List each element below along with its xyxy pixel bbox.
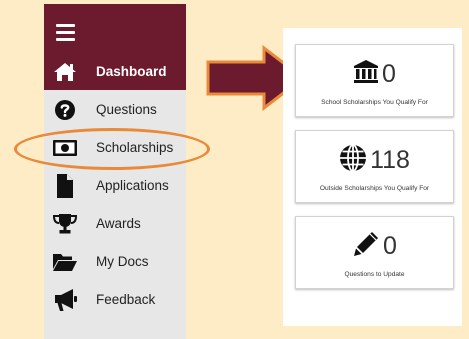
bullhorn-icon [52, 288, 78, 312]
globe-icon [339, 143, 367, 177]
pencil-icon [352, 230, 380, 263]
sidebar-item-label: Feedback [96, 292, 156, 307]
sidebar-item-label: Awards [96, 216, 141, 231]
hamburger-menu-icon[interactable] [56, 24, 75, 41]
folder-open-icon [52, 250, 78, 274]
sidebar-item-label: My Docs [96, 254, 149, 269]
sidebar-item-label: Applications [96, 178, 169, 193]
institution-icon [353, 59, 379, 90]
sidebar-item-label: Dashboard [96, 64, 167, 79]
sidebar-item-dashboard[interactable]: Dashboard [44, 58, 186, 86]
home-icon [52, 60, 78, 84]
outside-scholarships-card[interactable]: 118 Outside Scholarships You Qualify For [295, 130, 454, 203]
sidebar-item-feedback[interactable]: Feedback [44, 286, 186, 314]
school-scholarships-card[interactable]: 0 School Scholarships You Qualify For [295, 44, 454, 117]
sidebar-item-my-docs[interactable]: My Docs [44, 248, 186, 276]
file-icon [52, 174, 78, 198]
dashboard-panel: 0 School Scholarships You Qualify For 11… [283, 28, 462, 326]
school-scholarships-caption: School Scholarships You Qualify For [321, 99, 428, 106]
outside-scholarships-caption: Outside Scholarships You Qualify For [319, 185, 430, 192]
outside-scholarships-count: 118 [370, 145, 410, 174]
sidebar-item-applications[interactable]: Applications [44, 172, 186, 200]
trophy-icon [52, 212, 78, 236]
school-scholarships-count: 0 [382, 59, 396, 88]
sidebar: Dashboard Questions Scholarships Applica… [44, 4, 186, 339]
questions-to-update-card[interactable]: 0 Questions to Update [295, 216, 454, 289]
sidebar-item-questions[interactable]: Questions [44, 96, 186, 124]
question-circle-icon [52, 98, 78, 122]
questions-to-update-caption: Questions to Update [344, 271, 405, 278]
questions-to-update-count: 0 [383, 231, 397, 260]
scholarships-highlight-ellipse [14, 128, 210, 170]
sidebar-item-awards[interactable]: Awards [44, 210, 186, 238]
sidebar-item-label: Questions [96, 102, 157, 117]
